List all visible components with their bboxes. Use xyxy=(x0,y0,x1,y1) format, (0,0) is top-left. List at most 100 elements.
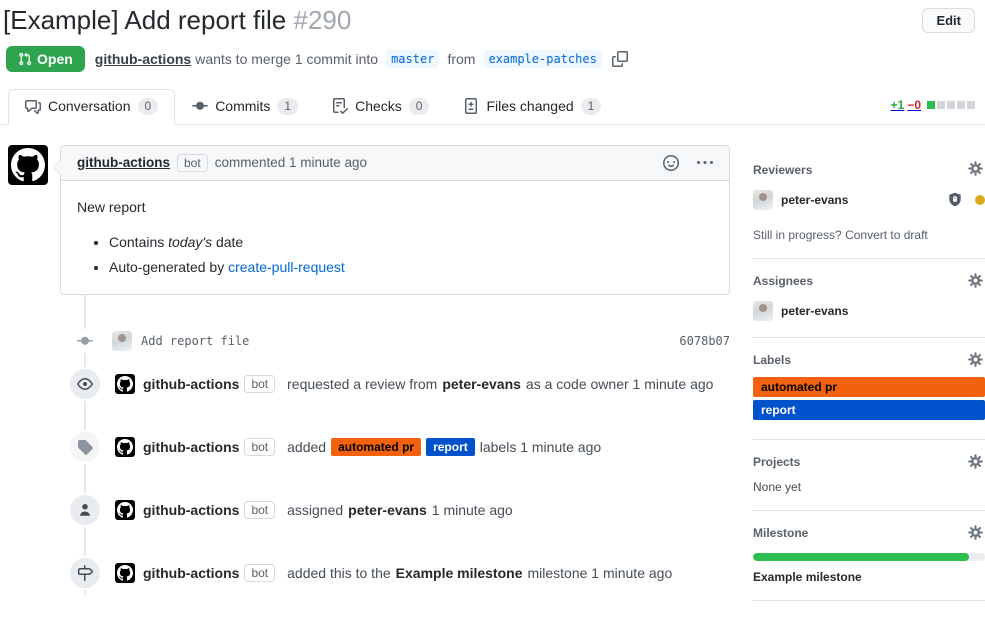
gear-icon xyxy=(968,352,983,367)
smiley-icon xyxy=(663,155,679,171)
pr-description-comment: github-actions bot commented 1 minute ag… xyxy=(8,145,730,295)
bot-badge: bot xyxy=(244,375,275,393)
tab-conversation-count: 0 xyxy=(138,98,159,115)
event-milestoned: github-actions bot added this to the Exa… xyxy=(8,558,730,588)
octocat-mark-icon xyxy=(11,148,45,182)
copy-icon xyxy=(612,51,628,67)
comment-header: github-actions bot commented 1 minute ag… xyxy=(61,146,729,181)
gear-icon xyxy=(968,525,983,540)
labels-gear-button[interactable] xyxy=(968,352,983,367)
milestone-link[interactable]: Example milestone xyxy=(396,565,523,581)
comment-body-line: New report xyxy=(77,197,713,218)
pr-header: [Example] Add report file #290 Edit Open… xyxy=(0,0,985,72)
diffstat[interactable]: +1 −0 xyxy=(891,98,975,112)
status-author-link[interactable]: github-actions xyxy=(95,51,191,67)
convert-to-draft-note: Still in progress? Convert to draft xyxy=(753,228,985,242)
event-author-link[interactable]: github-actions xyxy=(143,376,239,392)
commit-message-link[interactable]: Add report file xyxy=(141,334,249,348)
comment-meta: commented 1 minute ago xyxy=(215,155,367,170)
bot-badge: bot xyxy=(244,501,275,519)
event-author-link[interactable]: github-actions xyxy=(143,565,239,581)
convert-to-draft-link[interactable]: Convert to draft xyxy=(845,228,928,242)
git-commit-icon xyxy=(77,329,93,353)
comment-author-link[interactable]: github-actions xyxy=(77,155,170,170)
assignee-avatar[interactable] xyxy=(753,301,773,321)
tab-commits-count: 1 xyxy=(277,98,298,115)
milestone-progress-bar xyxy=(753,553,985,561)
tab-conversation-label: Conversation xyxy=(48,98,131,115)
head-branch-label[interactable]: example-patches xyxy=(483,50,601,68)
github-actions-avatar[interactable] xyxy=(115,374,135,394)
diffstat-blocks xyxy=(927,101,975,109)
kebab-horizontal-icon xyxy=(697,155,713,171)
base-branch-label[interactable]: master xyxy=(386,50,439,68)
bot-badge: bot xyxy=(177,154,208,172)
milestone-name-link[interactable]: Example milestone xyxy=(753,570,985,584)
assignees-heading: Assignees xyxy=(753,274,985,288)
bot-badge: bot xyxy=(244,438,275,456)
sidebar-section-assignees: Assignees peter-evans xyxy=(753,259,985,338)
sidebar-label-report[interactable]: report xyxy=(753,400,985,420)
assignee-name-link[interactable]: peter-evans xyxy=(781,304,848,318)
tab-files-changed[interactable]: Files changed 1 xyxy=(446,89,618,124)
git-commit-icon xyxy=(192,98,208,114)
tab-commits[interactable]: Commits 1 xyxy=(175,89,315,124)
tag-icon xyxy=(70,432,100,462)
label-report[interactable]: report xyxy=(426,438,475,456)
github-actions-avatar[interactable] xyxy=(115,437,135,457)
file-diff-icon xyxy=(463,98,479,114)
status-merge-text: wants to merge 1 commit into xyxy=(195,51,378,67)
checklist-icon xyxy=(332,98,348,114)
bot-badge: bot xyxy=(244,564,275,582)
comment-box: github-actions bot commented 1 minute ag… xyxy=(60,145,730,295)
tab-files-changed-label: Files changed xyxy=(486,98,573,115)
commit-author-avatar[interactable] xyxy=(112,331,132,351)
person-icon xyxy=(70,495,100,525)
create-pull-request-link[interactable]: create-pull-request xyxy=(228,259,345,275)
projects-gear-button[interactable] xyxy=(968,454,983,469)
tab-checks[interactable]: Checks 0 xyxy=(315,89,446,124)
comment-body: New report Contains today's date Auto-ge… xyxy=(61,181,729,294)
milestone-gear-button[interactable] xyxy=(968,525,983,540)
milestone-icon xyxy=(70,558,100,588)
label-automated-pr[interactable]: automated pr xyxy=(331,438,421,456)
github-actions-avatar[interactable] xyxy=(8,145,48,185)
reviewer-name-link[interactable]: peter-evans xyxy=(781,193,848,207)
github-actions-avatar[interactable] xyxy=(115,500,135,520)
reviewer-link[interactable]: peter-evans xyxy=(442,376,521,392)
tab-conversation[interactable]: Conversation 0 xyxy=(8,89,175,125)
eye-icon xyxy=(70,369,100,399)
pr-number: #290 xyxy=(294,5,352,35)
sidebar: Reviewers peter-evans Still in progress?… xyxy=(753,145,985,601)
event-author-link[interactable]: github-actions xyxy=(143,439,239,455)
projects-empty-text: None yet xyxy=(753,480,985,494)
sidebar-label-automated-pr[interactable]: automated pr xyxy=(753,377,985,397)
tab-checks-label: Checks xyxy=(355,98,402,115)
event-author-link[interactable]: github-actions xyxy=(143,502,239,518)
sidebar-section-reviewers: Reviewers peter-evans Still in progress?… xyxy=(753,145,985,259)
event-review-requested: github-actions bot requested a review fr… xyxy=(8,369,730,399)
commit-sha-link[interactable]: 6078b07 xyxy=(679,334,730,348)
reviewers-heading: Reviewers xyxy=(753,163,985,177)
timeline: Add report file 6078b07 github-actions b… xyxy=(8,295,730,595)
assignee-link[interactable]: peter-evans xyxy=(348,502,427,518)
reviewers-gear-button[interactable] xyxy=(968,161,983,176)
edit-button[interactable]: Edit xyxy=(922,8,975,33)
open-state-badge: Open xyxy=(6,46,85,72)
sidebar-section-projects: Projects None yet xyxy=(753,440,985,511)
comment-options-button[interactable] xyxy=(697,155,713,171)
milestone-heading: Milestone xyxy=(753,526,985,540)
comment-bullet-1-italic: today's xyxy=(168,234,212,250)
github-actions-avatar[interactable] xyxy=(115,563,135,583)
pr-tabnav: Conversation 0 Commits 1 Checks 0 Files … xyxy=(0,89,985,125)
gear-icon xyxy=(968,161,983,176)
assignees-gear-button[interactable] xyxy=(968,273,983,288)
event-labels-added: github-actions bot added automated pr re… xyxy=(8,432,730,462)
page-title: [Example] Add report file #290 xyxy=(3,4,975,37)
reviewer-row: peter-evans xyxy=(753,190,985,210)
add-reaction-button[interactable] xyxy=(663,155,679,171)
copy-branch-button[interactable] xyxy=(612,51,628,67)
reviewer-avatar[interactable] xyxy=(753,190,773,210)
shield-lock-icon xyxy=(947,192,963,208)
pr-title-text: [Example] Add report file xyxy=(3,5,286,35)
